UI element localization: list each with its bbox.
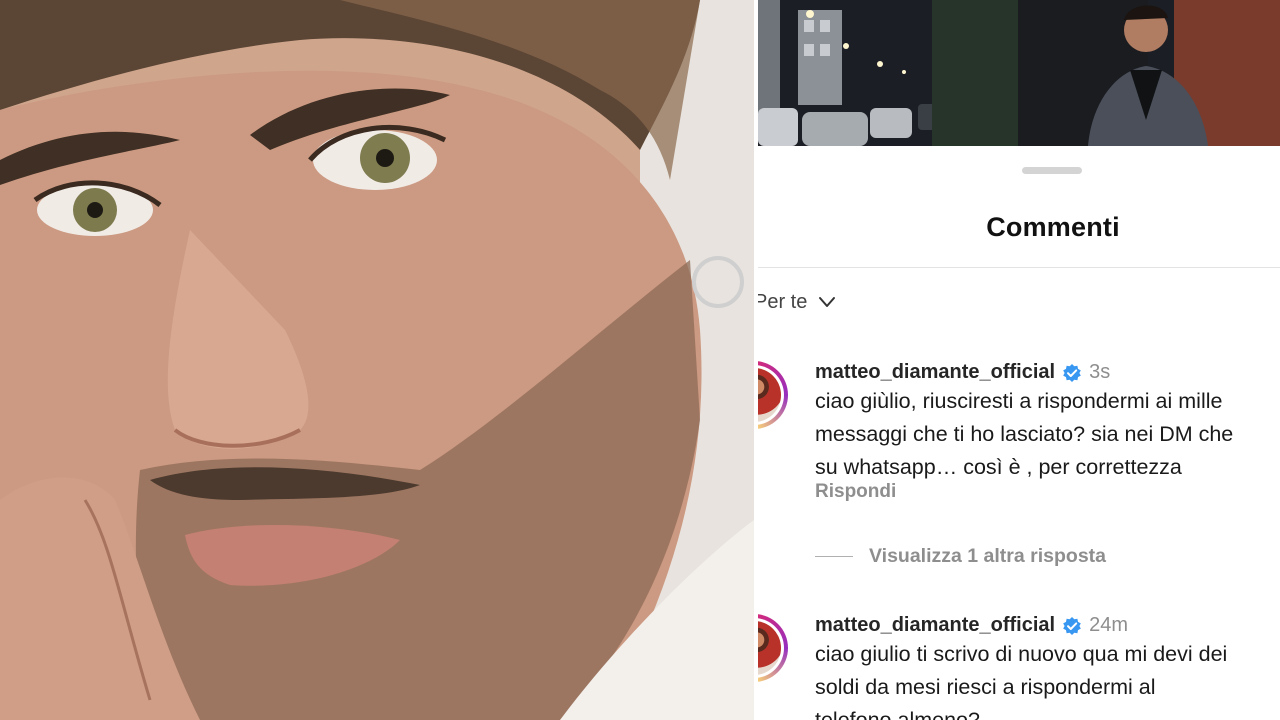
comment-time: 3s xyxy=(1089,361,1111,383)
sheet-drag-handle[interactable] xyxy=(1022,167,1082,174)
title-separator xyxy=(758,267,1280,268)
comment-username[interactable]: matteo_diamante_official xyxy=(815,361,1055,384)
comments-panel: Commenti Per te matteo_diamante_official… xyxy=(758,0,1280,720)
avatar[interactable] xyxy=(758,614,800,682)
verified-badge-icon xyxy=(1063,616,1081,635)
comment-header: matteo_diamante_official 24m xyxy=(815,614,1128,637)
replies-line xyxy=(815,556,853,557)
comment-text: ciao giulio ti scrivo di nuovo qua mi de… xyxy=(815,642,1228,720)
verified-badge-icon xyxy=(1063,363,1081,382)
comment-username[interactable]: matteo_diamante_official xyxy=(815,614,1055,637)
avatar[interactable] xyxy=(758,361,800,429)
reply-button[interactable]: Rispondi xyxy=(815,481,896,503)
chevron-down-icon xyxy=(819,297,836,307)
comment-time: 24m xyxy=(1089,614,1128,636)
post-image-thumbnail xyxy=(758,0,1280,146)
portrait-photo xyxy=(0,0,754,720)
view-more-replies-label: Visualizza 1 altra risposta xyxy=(869,545,1106,567)
sheet-title: Commenti xyxy=(986,212,1120,242)
view-more-replies-button[interactable]: Visualizza 1 altra risposta xyxy=(815,545,1106,568)
comment-text: ciao giùlio, riusciresti a rispondermi a… xyxy=(815,389,1234,479)
comment-header: matteo_diamante_official 3s xyxy=(815,361,1110,384)
sort-dropdown[interactable]: Per te xyxy=(758,289,837,315)
sort-label: Per te xyxy=(758,290,808,313)
